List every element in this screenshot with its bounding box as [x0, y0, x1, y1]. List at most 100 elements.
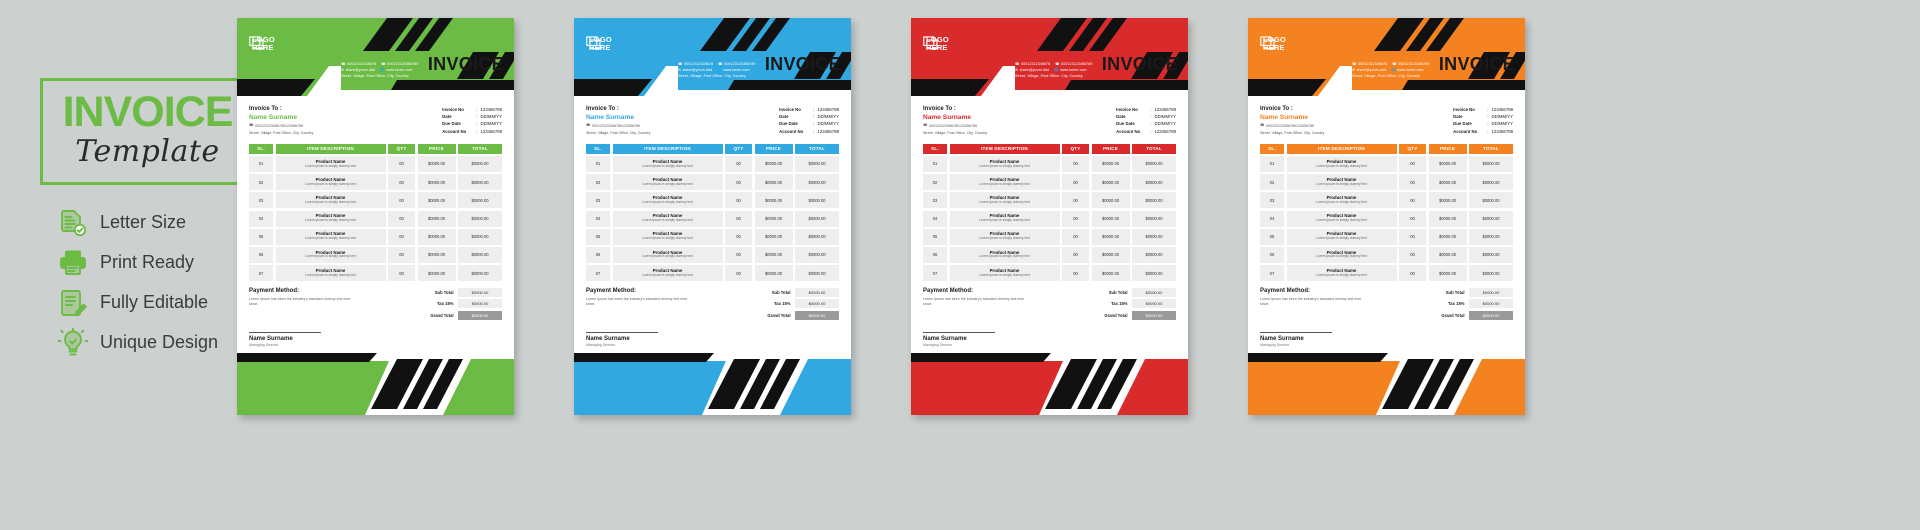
- invoice-title: INVOICE: [764, 54, 841, 74]
- cell-sl: 03: [249, 192, 273, 209]
- payment-method-title: Payment Method:: [249, 288, 300, 295]
- cell-total: $0000.00: [795, 174, 839, 191]
- cell-qty: 00: [388, 210, 415, 227]
- invoice-title: INVOICE: [427, 54, 504, 74]
- cell-sl: 07: [249, 265, 273, 282]
- logo: LOGO HERE: [586, 36, 612, 51]
- cell-price: $0000.00: [754, 210, 793, 227]
- bill-to-block: Invoice To : Name Surname ☎ 0001231234567…: [586, 106, 650, 135]
- product-desc: Lorem Ipsum is simply dummy text: [1316, 199, 1367, 204]
- table-row: 04 Product Name Lorem Ipsum is simply du…: [586, 210, 839, 227]
- table-row: 03 Product Name Lorem Ipsum is simply du…: [249, 192, 502, 209]
- summary-label: Tax 15%: [774, 301, 791, 307]
- product-desc: Lorem Ipsum is simply dummy text: [1316, 181, 1367, 186]
- cell-sl: 06: [923, 246, 947, 263]
- table-header-row: SL. ITEM DESCRIPTION QTY PRICE TOTAL: [249, 143, 502, 154]
- table-row: 06 Product Name Lorem Ipsum is simply du…: [1260, 246, 1513, 263]
- signature-line: [923, 331, 995, 333]
- cell-description: Product Name Lorem Ipsum is simply dummy…: [1286, 155, 1397, 172]
- cell-sl: 03: [923, 192, 947, 209]
- phone-icon: ☎: [586, 123, 591, 128]
- invoice-card-blue[interactable]: LOGO HERE ☎ 00012312345678 ☎ 00012312345678…: [574, 18, 851, 415]
- feature-item-3: Unique Design: [57, 323, 255, 363]
- meta-row: Account No : 123456789: [1453, 128, 1513, 135]
- summary-label: Grand Total: [430, 312, 454, 318]
- cell-qty: 00: [1399, 210, 1426, 227]
- signature-role: Managing Director: [586, 342, 616, 347]
- summary-row: Tax 15% $0000.00: [707, 299, 839, 309]
- meta-row: Date : DD/MM/YY: [1453, 113, 1513, 120]
- cell-qty: 00: [725, 246, 752, 263]
- table-header-cell: QTY: [725, 143, 752, 154]
- cell-total: $0000.00: [1469, 265, 1513, 282]
- cell-price: $0000.00: [754, 265, 793, 282]
- invoice-card-orange[interactable]: LOGO HERE ☎ 00012312345678 ☎ 00012312345678…: [1248, 18, 1525, 415]
- signature-line: [1260, 331, 1332, 333]
- summary-value: $0000.00: [1469, 288, 1513, 298]
- cell-price: $0000.00: [417, 265, 456, 282]
- cell-price: $0000.00: [754, 155, 793, 172]
- items-table: SL. ITEM DESCRIPTION QTY PRICE TOTAL 01 Prod…: [1260, 143, 1513, 282]
- meta-key: Date: [1453, 114, 1463, 120]
- summary-section: Payment Method: Lorem Ipsum has been the…: [249, 288, 502, 322]
- summary-row: Tax 15% $0000.00: [1044, 299, 1176, 309]
- phone-icon: ☎: [678, 62, 683, 67]
- invoice-title: INVOICE: [1101, 54, 1178, 74]
- table-row: 04 Product Name Lorem Ipsum is simply du…: [923, 210, 1176, 227]
- cell-price: $0000.00: [1428, 246, 1467, 263]
- cell-price: $0000.00: [417, 174, 456, 191]
- feature-label: Letter Size: [100, 212, 187, 232]
- bill-to-phone: ☎ 000123123456789123456789: [923, 123, 977, 128]
- feature-label: Print Ready: [100, 252, 195, 272]
- signature-role: Managing Director: [249, 342, 279, 347]
- cell-price: $0000.00: [417, 192, 456, 209]
- table-header-cell: SL.: [923, 143, 947, 154]
- cell-price: $0000.00: [1091, 192, 1130, 209]
- cell-description: Product Name Lorem Ipsum is simply dummy…: [612, 210, 723, 227]
- meta-row: Due Date : DD/MM/YY: [779, 120, 839, 127]
- table-row: 07 Product Name Lorem Ipsum is simply du…: [923, 265, 1176, 282]
- signature-block: Name Surname Managing Director: [923, 331, 1176, 347]
- meta-value: DD/MM/YY: [1491, 121, 1513, 127]
- cell-sl: 06: [249, 246, 273, 263]
- invoice-header: LOGO HERE ☎ 00012312345678 ☎ 00012312345678…: [1248, 18, 1525, 96]
- product-desc: Lorem Ipsum is simply dummy text: [979, 199, 1030, 204]
- cell-total: $0000.00: [795, 228, 839, 245]
- summary-label: Sub Total: [1108, 290, 1128, 296]
- summary-value: $0000.00: [1132, 310, 1176, 320]
- product-desc: Lorem Ipsum is simply dummy text: [305, 236, 356, 241]
- cell-price: $0000.00: [417, 228, 456, 245]
- summary-label: Sub Total: [1445, 290, 1465, 296]
- cell-price: $0000.00: [754, 174, 793, 191]
- phone-icon: ☎: [341, 62, 346, 67]
- cell-sl: 04: [923, 210, 947, 227]
- contact-address: Street, Village, Post Office, City, Coun…: [1015, 73, 1083, 78]
- product-desc: Lorem Ipsum is simply dummy text: [305, 199, 356, 204]
- product-desc: Lorem Ipsum is simply dummy text: [642, 181, 693, 186]
- cell-total: $0000.00: [458, 265, 502, 282]
- payment-method-title: Payment Method:: [586, 288, 637, 295]
- summary-label: Sub Total: [771, 290, 791, 296]
- invoice-card-green[interactable]: LOGO HERE ☎ 00012312345678 ☎ 00012312345678…: [237, 18, 514, 415]
- cell-description: Product Name Lorem Ipsum is simply dummy…: [275, 210, 386, 227]
- bill-to-block: Invoice To : Name Surname ☎ 0001231234567…: [923, 106, 987, 135]
- table-row: 06 Product Name Lorem Ipsum is simply du…: [586, 246, 839, 263]
- invoice-footer: [574, 353, 851, 415]
- meta-key: Due Date: [442, 121, 461, 127]
- bill-to-label: Invoice To :: [249, 106, 282, 112]
- signature-role: Managing Director: [923, 342, 953, 347]
- meta-value: 123456789: [1491, 128, 1513, 134]
- invoice-meta-table: Invoice No : 123456789 Date : DD/MM/YY D…: [779, 106, 839, 135]
- items-table: SL. ITEM DESCRIPTION QTY PRICE TOTAL 01 Prod…: [923, 143, 1176, 282]
- summary-row: Sub Total $0000.00: [1044, 288, 1176, 298]
- table-header-cell: TOTAL: [1132, 143, 1176, 154]
- lightbulb-check-icon: [57, 327, 89, 358]
- product-desc: Lorem Ipsum is simply dummy text: [305, 272, 356, 277]
- summary-row: Grand Total $0000.00: [1044, 310, 1176, 320]
- meta-row: Due Date : DD/MM/YY: [1116, 120, 1176, 127]
- invoice-card-red[interactable]: LOGO HERE ☎ 00012312345678 ☎ 00012312345678…: [911, 18, 1188, 415]
- invoice-footer: [237, 353, 514, 415]
- signature-name: Name Surname: [1260, 335, 1304, 342]
- table-header-cell: ITEM DESCRIPTION: [275, 143, 386, 154]
- cell-qty: 00: [1399, 228, 1426, 245]
